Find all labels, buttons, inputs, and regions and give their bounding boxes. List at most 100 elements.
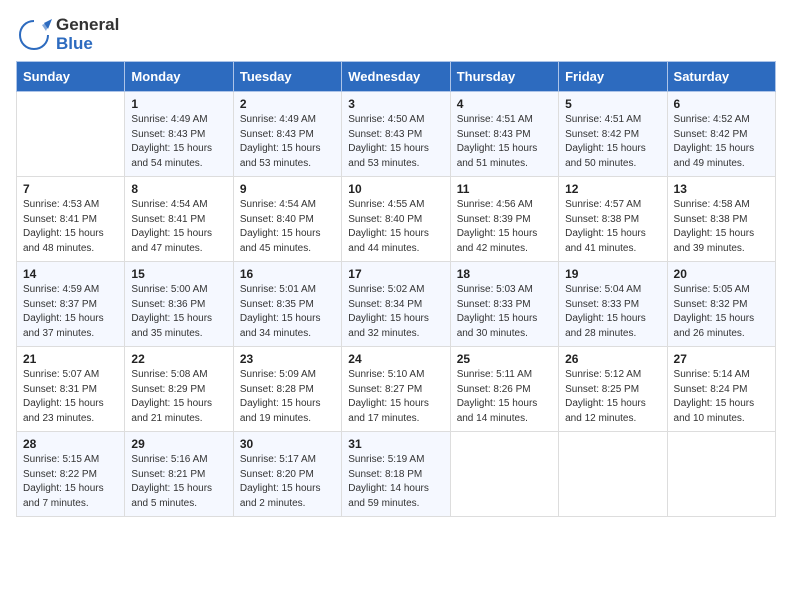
calendar-week-1: 1 Sunrise: 4:49 AM Sunset: 8:43 PM Daylig…	[17, 92, 776, 177]
cell-text: Sunrise: 4:51 AM Sunset: 8:42 PM Dayligh…	[565, 113, 660, 171]
calendar-cell: 25 Sunrise: 5:11 AM Sunset: 8:26 PM Dayli…	[450, 347, 558, 432]
calendar-header-row: SundayMondayTuesdayWednesdayThursdayFrid…	[17, 62, 776, 92]
day-number: 27	[674, 352, 769, 366]
calendar-cell: 31 Sunrise: 5:19 AM Sunset: 8:18 PM Dayli…	[342, 432, 450, 517]
calendar-cell: 27 Sunrise: 5:14 AM Sunset: 8:24 PM Dayli…	[667, 347, 775, 432]
calendar-week-3: 14 Sunrise: 4:59 AM Sunset: 8:37 PM Dayli…	[17, 262, 776, 347]
day-number: 15	[131, 267, 226, 281]
cell-text: Sunrise: 5:08 AM Sunset: 8:29 PM Dayligh…	[131, 368, 226, 426]
day-number: 8	[131, 182, 226, 196]
cell-text: Sunrise: 5:05 AM Sunset: 8:32 PM Dayligh…	[674, 283, 769, 341]
col-header-friday: Friday	[559, 62, 667, 92]
calendar-cell: 3 Sunrise: 4:50 AM Sunset: 8:43 PM Daylig…	[342, 92, 450, 177]
calendar-cell: 4 Sunrise: 4:51 AM Sunset: 8:43 PM Daylig…	[450, 92, 558, 177]
calendar-cell: 15Sunrise: 5:00 AM Sunset: 8:36 PM Dayli…	[125, 262, 233, 347]
cell-text: Sunrise: 4:55 AM Sunset: 8:40 PM Dayligh…	[348, 198, 443, 256]
calendar-cell: 10 Sunrise: 4:55 AM Sunset: 8:40 PM Dayli…	[342, 177, 450, 262]
day-number: 20	[674, 267, 769, 281]
calendar-cell: 18 Sunrise: 5:03 AM Sunset: 8:33 PM Dayli…	[450, 262, 558, 347]
cell-text: Sunrise: 5:09 AM Sunset: 8:28 PM Dayligh…	[240, 368, 335, 426]
calendar-cell: 8 Sunrise: 4:54 AM Sunset: 8:41 PM Daylig…	[125, 177, 233, 262]
calendar-cell	[450, 432, 558, 517]
cell-text: Sunrise: 4:54 AM Sunset: 8:40 PM Dayligh…	[240, 198, 335, 256]
calendar-cell: 28 Sunrise: 5:15 AM Sunset: 8:22 PM Dayli…	[17, 432, 125, 517]
day-number: 11	[457, 182, 552, 196]
calendar-cell: 9 Sunrise: 4:54 AM Sunset: 8:40 PM Daylig…	[233, 177, 341, 262]
day-number: 5	[565, 97, 660, 111]
calendar-cell: 6Sunrise: 4:52 AM Sunset: 8:42 PM Daylig…	[667, 92, 775, 177]
day-number: 9	[240, 182, 335, 196]
calendar-cell: 11Sunrise: 4:56 AM Sunset: 8:39 PM Dayli…	[450, 177, 558, 262]
cell-text: Sunrise: 5:11 AM Sunset: 8:26 PM Dayligh…	[457, 368, 552, 426]
day-number: 2	[240, 97, 335, 111]
day-number: 21	[23, 352, 118, 366]
calendar-cell: 13Sunrise: 4:58 AM Sunset: 8:38 PM Dayli…	[667, 177, 775, 262]
calendar-cell: 1 Sunrise: 4:49 AM Sunset: 8:43 PM Daylig…	[125, 92, 233, 177]
day-number: 31	[348, 437, 443, 451]
cell-text: Sunrise: 4:54 AM Sunset: 8:41 PM Dayligh…	[131, 198, 226, 256]
cell-text: Sunrise: 4:59 AM Sunset: 8:37 PM Dayligh…	[23, 283, 118, 341]
calendar-cell: 26 Sunrise: 5:12 AM Sunset: 8:25 PM Dayli…	[559, 347, 667, 432]
cell-text: Sunrise: 4:49 AM Sunset: 8:43 PM Dayligh…	[240, 113, 335, 171]
day-number: 10	[348, 182, 443, 196]
day-number: 17	[348, 267, 443, 281]
calendar-cell: 22 Sunrise: 5:08 AM Sunset: 8:29 PM Dayli…	[125, 347, 233, 432]
calendar-cell: 2 Sunrise: 4:49 AM Sunset: 8:43 PM Daylig…	[233, 92, 341, 177]
calendar-cell: 17 Sunrise: 5:02 AM Sunset: 8:34 PM Dayli…	[342, 262, 450, 347]
day-number: 7	[23, 182, 118, 196]
calendar-cell: 23 Sunrise: 5:09 AM Sunset: 8:28 PM Dayli…	[233, 347, 341, 432]
cell-text: Sunrise: 5:10 AM Sunset: 8:27 PM Dayligh…	[348, 368, 443, 426]
calendar-cell: 29 Sunrise: 5:16 AM Sunset: 8:21 PM Dayli…	[125, 432, 233, 517]
day-number: 6	[674, 97, 769, 111]
cell-text: Sunrise: 4:50 AM Sunset: 8:43 PM Dayligh…	[348, 113, 443, 171]
header: General Blue	[16, 16, 776, 53]
cell-text: Sunrise: 5:02 AM Sunset: 8:34 PM Dayligh…	[348, 283, 443, 341]
calendar-cell: 5 Sunrise: 4:51 AM Sunset: 8:42 PM Daylig…	[559, 92, 667, 177]
col-header-tuesday: Tuesday	[233, 62, 341, 92]
day-number: 28	[23, 437, 118, 451]
cell-text: Sunrise: 5:07 AM Sunset: 8:31 PM Dayligh…	[23, 368, 118, 426]
cell-text: Sunrise: 4:53 AM Sunset: 8:41 PM Dayligh…	[23, 198, 118, 256]
calendar-cell	[559, 432, 667, 517]
calendar-cell: 7 Sunrise: 4:53 AM Sunset: 8:41 PM Daylig…	[17, 177, 125, 262]
day-number: 22	[131, 352, 226, 366]
calendar-cell: 14 Sunrise: 4:59 AM Sunset: 8:37 PM Dayli…	[17, 262, 125, 347]
cell-text: Sunrise: 5:01 AM Sunset: 8:35 PM Dayligh…	[240, 283, 335, 341]
cell-text: Sunrise: 5:17 AM Sunset: 8:20 PM Dayligh…	[240, 453, 335, 511]
col-header-monday: Monday	[125, 62, 233, 92]
day-number: 18	[457, 267, 552, 281]
cell-text: Sunrise: 5:04 AM Sunset: 8:33 PM Dayligh…	[565, 283, 660, 341]
cell-text: Sunrise: 4:49 AM Sunset: 8:43 PM Dayligh…	[131, 113, 226, 171]
cell-text: Sunrise: 5:14 AM Sunset: 8:24 PM Dayligh…	[674, 368, 769, 426]
day-number: 26	[565, 352, 660, 366]
logo-text-blue: Blue	[56, 35, 119, 54]
logo-text-general: General	[56, 16, 119, 35]
calendar-cell: 20 Sunrise: 5:05 AM Sunset: 8:32 PM Dayli…	[667, 262, 775, 347]
day-number: 16	[240, 267, 335, 281]
day-number: 13	[674, 182, 769, 196]
calendar-cell: 12 Sunrise: 4:57 AM Sunset: 8:38 PM Dayli…	[559, 177, 667, 262]
calendar-cell: 24Sunrise: 5:10 AM Sunset: 8:27 PM Dayli…	[342, 347, 450, 432]
day-number: 3	[348, 97, 443, 111]
cell-text: Sunrise: 4:57 AM Sunset: 8:38 PM Dayligh…	[565, 198, 660, 256]
calendar-cell: 19Sunrise: 5:04 AM Sunset: 8:33 PM Dayli…	[559, 262, 667, 347]
calendar-week-5: 28 Sunrise: 5:15 AM Sunset: 8:22 PM Dayli…	[17, 432, 776, 517]
cell-text: Sunrise: 5:19 AM Sunset: 8:18 PM Dayligh…	[348, 453, 443, 511]
day-number: 23	[240, 352, 335, 366]
cell-text: Sunrise: 5:12 AM Sunset: 8:25 PM Dayligh…	[565, 368, 660, 426]
day-number: 4	[457, 97, 552, 111]
cell-text: Sunrise: 4:51 AM Sunset: 8:43 PM Dayligh…	[457, 113, 552, 171]
day-number: 12	[565, 182, 660, 196]
calendar-week-2: 7 Sunrise: 4:53 AM Sunset: 8:41 PM Daylig…	[17, 177, 776, 262]
cell-text: Sunrise: 5:03 AM Sunset: 8:33 PM Dayligh…	[457, 283, 552, 341]
day-number: 1	[131, 97, 226, 111]
day-number: 29	[131, 437, 226, 451]
col-header-saturday: Saturday	[667, 62, 775, 92]
col-header-wednesday: Wednesday	[342, 62, 450, 92]
logo: General Blue	[16, 16, 119, 53]
day-number: 25	[457, 352, 552, 366]
day-number: 14	[23, 267, 118, 281]
cell-text: Sunrise: 5:16 AM Sunset: 8:21 PM Dayligh…	[131, 453, 226, 511]
cell-text: Sunrise: 5:15 AM Sunset: 8:22 PM Dayligh…	[23, 453, 118, 511]
calendar-cell	[667, 432, 775, 517]
